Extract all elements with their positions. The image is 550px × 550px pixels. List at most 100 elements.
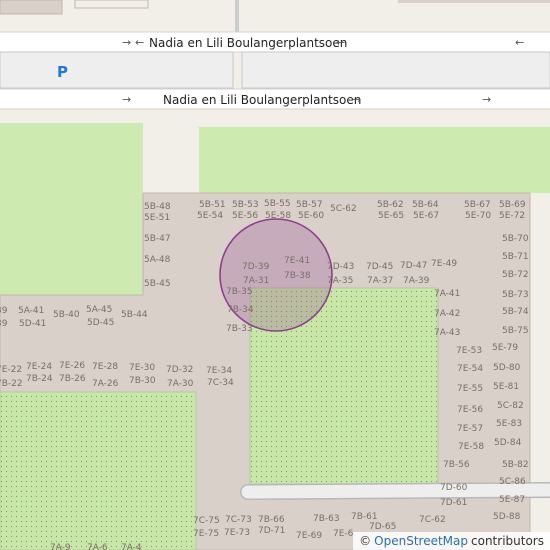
- address-label: 7C-75: [193, 516, 220, 526]
- address-label: 5E-58: [265, 211, 291, 221]
- address-label: 5E-54: [197, 211, 223, 221]
- map-attribution: © OpenStreetMap contributors: [353, 532, 550, 550]
- address-label: 7D-71: [258, 526, 285, 536]
- address-label: 5E-70: [465, 211, 491, 221]
- address-label: 5E-51: [144, 213, 170, 223]
- address-label: 39: [0, 306, 8, 316]
- address-label: 7D-32: [166, 365, 193, 375]
- address-label: 7E-69: [296, 531, 322, 541]
- address-label: 7E-30: [129, 363, 155, 373]
- address-label: 5B-69: [499, 200, 526, 210]
- osm-link[interactable]: OpenStreetMap: [374, 534, 468, 548]
- address-label: 5E-79: [492, 343, 518, 353]
- street-label-upper: Nadia en Lili Boulangerplantsoen: [149, 36, 347, 50]
- oneway-arrow-icon: ←: [515, 36, 524, 49]
- address-label: 5E-72: [499, 211, 525, 221]
- address-label: 5B-40: [53, 310, 80, 320]
- address-label: 5B-62: [377, 200, 404, 210]
- address-label: 7E-56: [457, 405, 483, 415]
- address-label: 7E-26: [59, 361, 85, 371]
- address-label: 5A-41: [18, 306, 44, 316]
- address-label: 7C-62: [419, 515, 446, 525]
- address-label: 5B-48: [144, 202, 171, 212]
- address-label: 7E-54: [457, 364, 483, 374]
- address-label: 7C-73: [225, 515, 252, 525]
- address-label: 5B-72: [502, 270, 529, 280]
- address-label: 7B-30: [129, 376, 156, 386]
- address-label: 7E-24: [26, 362, 52, 372]
- address-label: 7C-34: [207, 378, 234, 388]
- address-label: 5B-53: [232, 200, 259, 210]
- oneway-arrow-icon: →: [122, 36, 131, 49]
- address-label: 5E-87: [499, 495, 525, 505]
- address-label: 5E-65: [378, 211, 404, 221]
- address-label: 5B-47: [144, 234, 171, 244]
- address-label: 5B-55: [264, 199, 291, 209]
- oneway-arrow-icon: →: [482, 93, 491, 106]
- copyright-symbol: ©: [359, 534, 372, 548]
- address-label: 7D-60: [440, 483, 468, 493]
- address-label: 7B-33: [226, 324, 253, 334]
- address-label: 5D-88: [493, 512, 521, 522]
- address-label: 5B-67: [464, 200, 491, 210]
- address-label: 7A-30: [167, 379, 194, 389]
- grass-right: [199, 127, 550, 193]
- address-label: 7E-75: [193, 529, 219, 539]
- address-label: 5B-70: [502, 234, 529, 244]
- address-label: 7B-38: [284, 271, 311, 281]
- address-label: 5C-62: [330, 204, 357, 214]
- parking-symbol[interactable]: P: [57, 63, 68, 81]
- building-top-mid: [74, 0, 149, 9]
- address-label: 7D-45: [366, 262, 393, 272]
- oneway-arrow-icon: ←: [336, 36, 345, 49]
- address-label: 7A-42: [434, 309, 460, 319]
- address-label: 5D-84: [494, 438, 522, 448]
- address-label: 5B-71: [502, 252, 529, 262]
- address-label: 7E-49: [431, 259, 457, 269]
- address-label: 7E-57: [457, 424, 483, 434]
- address-label: 7B-35: [226, 287, 253, 297]
- address-label: 5B-44: [121, 310, 148, 320]
- map-canvas[interactable]: P → ← Nadia en Lili Boulangerplantsoen ←…: [0, 0, 550, 550]
- address-label: 5B-51: [199, 200, 226, 210]
- address-label: 7D-43: [327, 262, 354, 272]
- grass-left: [0, 123, 143, 295]
- address-label: 7D-39: [242, 262, 270, 272]
- address-label: 7E-58: [458, 442, 484, 452]
- address-label: 5D-41: [19, 319, 46, 329]
- address-label: 7B-56: [443, 460, 470, 470]
- address-label: 7E-55: [457, 384, 483, 394]
- address-label: 5B-73: [502, 290, 529, 300]
- address-label: 7A-41: [434, 289, 460, 299]
- oneway-arrow-icon: ←: [135, 36, 144, 49]
- address-label: 5D-80: [493, 363, 521, 373]
- courtyard-left: [0, 391, 197, 550]
- address-label: 5E-81: [493, 382, 519, 392]
- address-label: 5E-67: [413, 211, 439, 221]
- address-label: 5B-75: [502, 326, 529, 336]
- address-label: 5B-82: [502, 460, 529, 470]
- street-label-lower: Nadia en Lili Boulangerplantsoen: [163, 93, 361, 107]
- address-label: 7A-37: [367, 276, 393, 286]
- address-label: 7A-6: [87, 543, 108, 550]
- oneway-arrow-icon: →: [352, 93, 361, 106]
- address-label: 7D-47: [400, 261, 427, 271]
- address-label: 7B-22: [0, 379, 23, 389]
- address-label: 7B-34: [227, 305, 254, 315]
- address-label: 7A-26: [92, 379, 119, 389]
- address-label: 7B-24: [26, 374, 53, 384]
- address-label: 7E-22: [0, 365, 22, 375]
- address-label: 7D-65: [369, 522, 396, 532]
- oneway-arrow-icon: →: [122, 93, 131, 106]
- address-label: 5B-74: [502, 307, 529, 317]
- address-label: 7E-53: [456, 346, 482, 356]
- address-label: 5A-48: [144, 255, 171, 265]
- address-label: 7E-6: [333, 529, 354, 539]
- address-label: 5E-56: [232, 211, 258, 221]
- address-label: 7A-39: [403, 276, 430, 286]
- address-label: 7E-73: [224, 528, 250, 538]
- address-label: 7B-63: [313, 514, 340, 524]
- address-label: 7E-34: [206, 366, 232, 376]
- address-label: 5B-64: [412, 200, 439, 210]
- address-label: 5B-57: [296, 200, 323, 210]
